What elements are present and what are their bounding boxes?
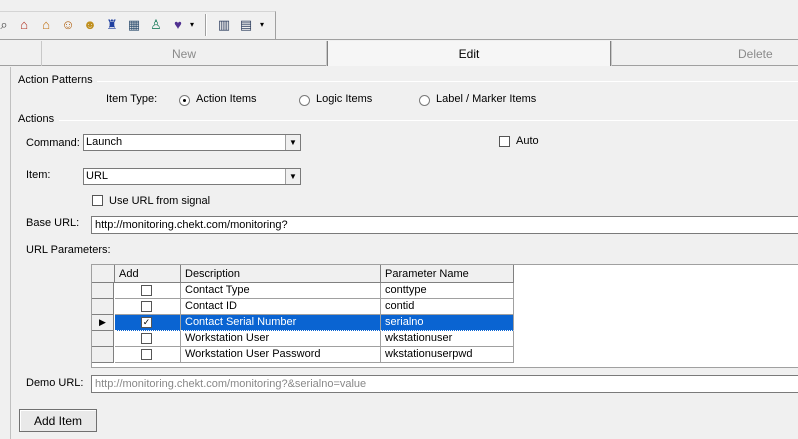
use-url-label[interactable]: Use URL from signal xyxy=(109,195,210,207)
action-tabs: New Edit Delete xyxy=(0,41,798,66)
chevron-down-icon[interactable]: ▼ xyxy=(285,169,300,184)
add-checkbox[interactable]: ✓ xyxy=(141,317,152,328)
add-checkbox[interactable] xyxy=(141,333,152,344)
auto-label[interactable]: Auto xyxy=(516,135,539,147)
logic-items-radio[interactable] xyxy=(299,95,310,106)
building-icon[interactable]: ▦ xyxy=(126,17,142,33)
logic-items-label[interactable]: Logic Items xyxy=(316,93,372,105)
description-cell[interactable]: Workstation User xyxy=(181,331,381,347)
table-row[interactable]: Contact ID contid xyxy=(92,299,514,315)
label-marker-items-radio[interactable] xyxy=(419,95,430,106)
description-cell[interactable]: Contact ID xyxy=(181,299,381,315)
person-icon[interactable]: ♙ xyxy=(148,17,164,33)
parameter-name-cell[interactable]: serialno xyxy=(381,315,514,331)
add-item-button[interactable]: Add Item xyxy=(19,409,97,432)
column-header-parameter-name[interactable]: Parameter Name xyxy=(381,265,514,283)
table-row[interactable]: Contact Type conttype xyxy=(92,283,514,299)
auto-checkbox[interactable] xyxy=(499,136,510,147)
item-label: Item: xyxy=(26,169,51,181)
group-divider xyxy=(97,81,798,82)
parameter-name-cell[interactable]: wkstationuser xyxy=(381,331,514,347)
people-icon[interactable]: ☺ xyxy=(60,17,76,33)
action-patterns-heading: Action Patterns xyxy=(18,74,97,86)
row-selector-arrow-icon[interactable]: ▶ xyxy=(92,315,114,331)
search-icon[interactable]: ⌕ xyxy=(0,17,12,33)
row-header-corner xyxy=(92,265,115,283)
home-icon[interactable]: ⌂ xyxy=(16,17,32,33)
demo-url-value: http://monitoring.chekt.com/monitoring?&… xyxy=(95,378,367,390)
action-items-label[interactable]: Action Items xyxy=(196,93,257,105)
parameter-name-cell[interactable]: contid xyxy=(381,299,514,315)
add-checkbox[interactable] xyxy=(141,349,152,360)
tab-edit[interactable]: Edit xyxy=(327,41,611,66)
tab-new[interactable]: New xyxy=(41,41,327,66)
robot-icon[interactable]: ♜ xyxy=(104,17,120,33)
row-selector[interactable] xyxy=(92,299,114,315)
parameter-name-cell[interactable]: conttype xyxy=(381,283,514,299)
table-row[interactable]: Workstation User wkstationuser xyxy=(92,331,514,347)
actions-heading: Actions xyxy=(18,113,59,125)
add-cell: ✓ xyxy=(115,315,181,331)
tab-delete[interactable]: Delete xyxy=(611,41,798,66)
table-row[interactable]: ▶ ✓ Contact Serial Number serialno xyxy=(92,315,514,331)
row-selector[interactable] xyxy=(92,283,114,299)
table-row[interactable]: Workstation User Password wkstationuserpw… xyxy=(92,347,514,363)
add-cell xyxy=(115,283,181,299)
demo-url-input: http://monitoring.chekt.com/monitoring?&… xyxy=(91,375,798,393)
url-parameters-grid[interactable]: Add Description Parameter Name Contact T… xyxy=(91,264,798,368)
command-label: Command: xyxy=(26,137,80,149)
demo-url-label: Demo URL: xyxy=(26,377,84,389)
item-value: URL xyxy=(86,170,109,182)
chevron-down-icon[interactable]: ▼ xyxy=(285,135,300,150)
user-group-icon[interactable]: ☻ xyxy=(82,17,98,33)
row-selector[interactable] xyxy=(92,331,114,347)
base-url-label: Base URL: xyxy=(26,217,80,229)
row-selector[interactable] xyxy=(92,347,114,363)
description-cell[interactable]: Contact Serial Number xyxy=(181,315,381,331)
label-marker-items-label[interactable]: Label / Marker Items xyxy=(436,93,536,105)
toolbar-separator xyxy=(205,14,207,36)
report-icon[interactable]: ▤ xyxy=(238,17,254,33)
add-cell xyxy=(115,299,181,315)
command-value: Launch xyxy=(86,136,123,148)
heart-icon[interactable]: ♥ xyxy=(170,17,186,33)
toolbar: ⌕ ⌂ ⌂ ☺ ☻ ♜ ▦ ♙ ♥ ▾ ▥ ▤ ▾ xyxy=(0,0,798,40)
base-url-input[interactable]: http://monitoring.chekt.com/monitoring? xyxy=(91,216,798,234)
use-url-checkbox[interactable] xyxy=(92,195,103,206)
chevron-down-icon[interactable]: ▾ xyxy=(190,20,194,29)
add-checkbox[interactable] xyxy=(141,285,152,296)
item-type-label: Item Type: xyxy=(106,93,158,105)
home-alert-icon[interactable]: ⌂ xyxy=(38,17,54,33)
book-icon[interactable]: ▥ xyxy=(216,17,232,33)
column-header-description[interactable]: Description xyxy=(181,265,381,283)
editor-pane: Action Patterns Item Type: Action Items … xyxy=(10,67,798,439)
url-parameters-label: URL Parameters: xyxy=(26,244,111,256)
chevron-down-icon[interactable]: ▾ xyxy=(260,20,264,29)
item-select[interactable]: URL ▼ xyxy=(83,168,301,185)
description-cell[interactable]: Workstation User Password xyxy=(181,347,381,363)
group-divider xyxy=(59,120,798,121)
parameter-name-cell[interactable]: wkstationuserpwd xyxy=(381,347,514,363)
action-items-radio[interactable] xyxy=(179,95,190,106)
base-url-value: http://monitoring.chekt.com/monitoring? xyxy=(95,219,288,231)
description-cell[interactable]: Contact Type xyxy=(181,283,381,299)
add-cell xyxy=(115,331,181,347)
add-cell xyxy=(115,347,181,363)
add-checkbox[interactable] xyxy=(141,301,152,312)
column-header-add[interactable]: Add xyxy=(115,265,181,283)
command-select[interactable]: Launch ▼ xyxy=(83,134,301,151)
